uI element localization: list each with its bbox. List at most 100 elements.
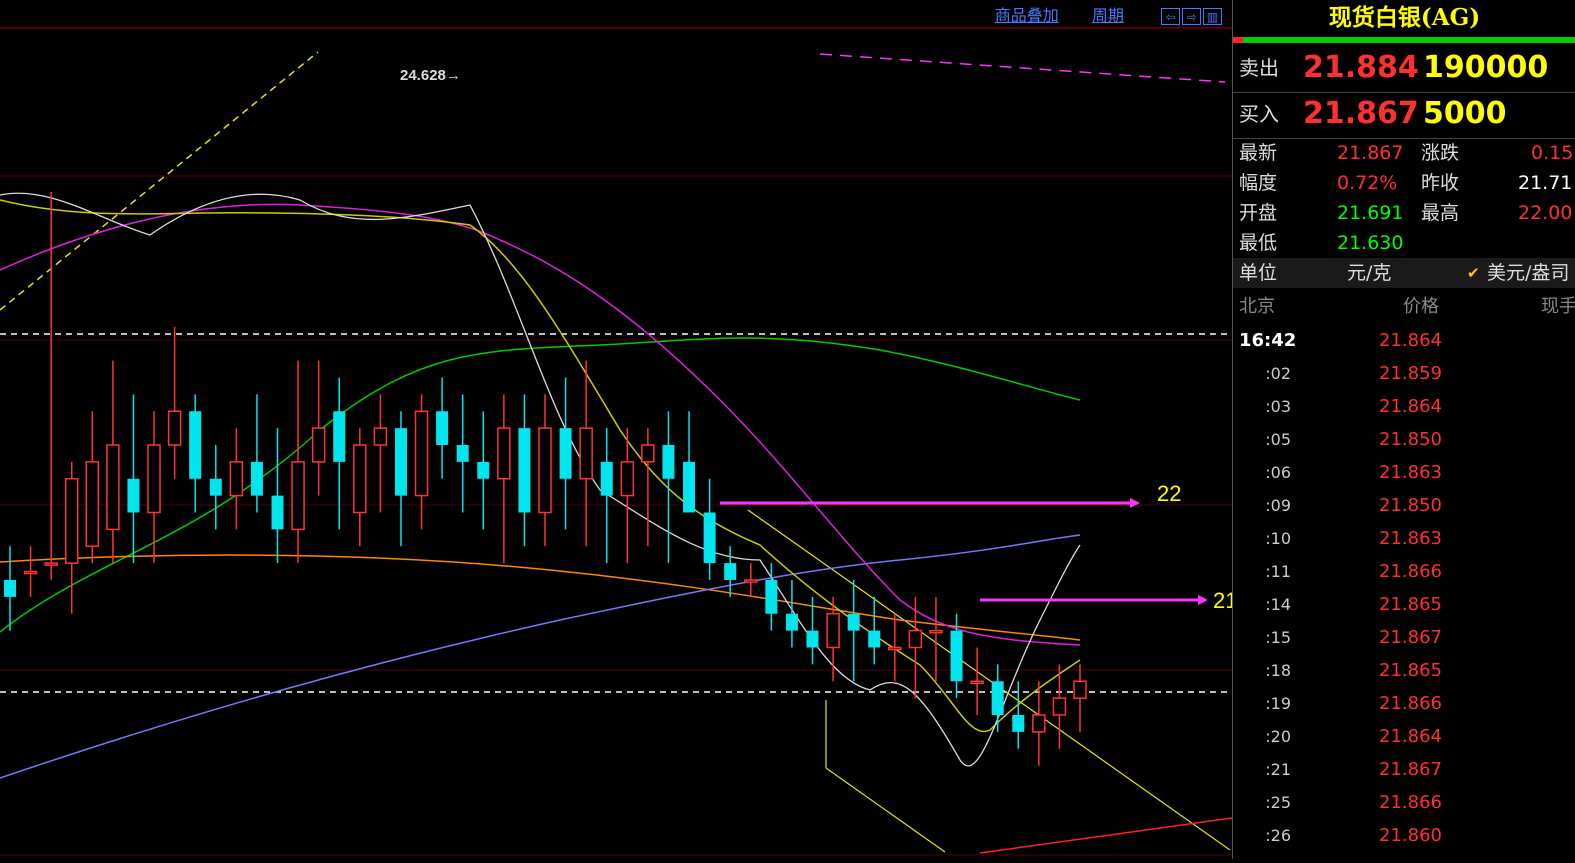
- latest-value: 21.867: [1337, 142, 1404, 164]
- tick-time: :20: [1265, 727, 1291, 746]
- chart-canvas[interactable]: 22 21.4 24.628→: [0, 0, 1256, 859]
- tick-time: :15: [1265, 628, 1291, 647]
- tick-time: :09: [1265, 496, 1291, 515]
- tick-time: :25: [1265, 793, 1291, 812]
- candle-body: [970, 680, 984, 684]
- candle-body: [641, 444, 655, 463]
- candle-body: [868, 630, 881, 648]
- candle-body: [744, 579, 758, 583]
- unit-row: 单位 元/克 ✔ 美元/盎司: [1233, 258, 1575, 288]
- candle-body: [662, 445, 675, 479]
- candle-body: [806, 630, 819, 648]
- tick-row: :19 21.866: [1233, 687, 1575, 720]
- tick-row: :05 21.850: [1233, 423, 1575, 456]
- tick-row: :20 21.864: [1233, 720, 1575, 753]
- candle-body: [456, 445, 469, 462]
- tick-time: :06: [1265, 463, 1291, 482]
- tick-row: :06 21.863: [1233, 456, 1575, 489]
- candle-body: [436, 411, 449, 445]
- tick-price: 21.865: [1379, 660, 1442, 681]
- period-button[interactable]: 周期: [1092, 6, 1124, 25]
- high-value: 22.00: [1518, 202, 1573, 224]
- candle-body: [600, 461, 613, 496]
- tick-price: 21.866: [1379, 693, 1442, 714]
- tick-price: 21.864: [1379, 330, 1442, 351]
- ma-line-orange: [0, 554, 1081, 641]
- sell-price: 21.884: [1303, 50, 1419, 85]
- candle-body: [785, 613, 798, 631]
- candle-body: [724, 563, 737, 580]
- tick-price: 21.864: [1379, 396, 1442, 417]
- ma-line-blue: [0, 534, 1081, 779]
- candle-body: [414, 410, 429, 497]
- candle-body: [497, 427, 511, 480]
- candle-body: [85, 461, 100, 547]
- tick-price: 21.865: [1379, 594, 1442, 615]
- candle-body: [127, 478, 140, 513]
- instrument-title: 现货白银(AG): [1328, 4, 1481, 31]
- tick-row: :15 21.867: [1233, 621, 1575, 654]
- change-label: 涨跌: [1421, 142, 1460, 164]
- trend-line-magenta-dashed: [819, 53, 1226, 83]
- unit-usd-option[interactable]: 美元/盎司: [1487, 258, 1569, 288]
- channel-line-upper: [747, 509, 1231, 851]
- col-time: 北京: [1239, 296, 1275, 317]
- annotation-arrowhead-22: [1130, 498, 1140, 508]
- low-value: 21.630: [1337, 232, 1404, 254]
- candle-body: [683, 461, 696, 513]
- open-value: 21.691: [1337, 202, 1404, 224]
- candle-body: [1073, 680, 1087, 699]
- buy-price: 21.867: [1303, 96, 1419, 131]
- prevclose-value: 21.71: [1518, 172, 1573, 194]
- high-label: 最高: [1421, 202, 1460, 224]
- buy-row: 买入 21.867 5000: [1233, 92, 1575, 136]
- tick-time: :18: [1265, 661, 1291, 680]
- tick-row: :14 21.865: [1233, 588, 1575, 621]
- latest-label: 最新: [1239, 142, 1278, 164]
- candle-body: [929, 629, 943, 634]
- overlay-button[interactable]: 商品叠加: [995, 6, 1059, 25]
- tick-time: :10: [1265, 529, 1291, 548]
- scroll-left-icon[interactable]: ⇦: [1161, 8, 1180, 25]
- tick-row: :26 21.860: [1233, 819, 1575, 852]
- channel-line-lower: [825, 767, 946, 853]
- open-label: 开盘: [1239, 202, 1278, 224]
- tick-row: :25 21.866: [1233, 786, 1575, 819]
- ticks-header: 北京 价格 现手: [1233, 292, 1575, 322]
- tick-price: 21.859: [1379, 363, 1442, 384]
- tick-time: :11: [1265, 562, 1291, 581]
- unit-cny-option[interactable]: 元/克: [1347, 258, 1391, 288]
- tick-price: 21.863: [1379, 528, 1442, 549]
- unit-label: 单位: [1239, 262, 1278, 284]
- tick-row: :18 21.865: [1233, 654, 1575, 687]
- candle-body: [353, 444, 367, 514]
- candle-body: [908, 629, 923, 649]
- candle-body: [167, 410, 182, 446]
- tick-time: :19: [1265, 694, 1291, 713]
- candle-body: [518, 428, 531, 513]
- tick-price: 21.863: [1379, 462, 1442, 483]
- layout-icon[interactable]: ▥: [1203, 8, 1222, 25]
- candle-body: [579, 427, 593, 480]
- candle-body: [847, 613, 860, 631]
- tick-price: 21.860: [1379, 825, 1442, 846]
- scroll-right-icon[interactable]: ⇨: [1182, 8, 1201, 25]
- checkmark-icon[interactable]: ✔: [1467, 258, 1480, 288]
- candle-body: [291, 461, 305, 531]
- tick-time: :02: [1265, 364, 1291, 383]
- high-price-label: 24.628→: [400, 67, 461, 84]
- candle-body: [991, 681, 1004, 715]
- candle-body: [271, 495, 284, 530]
- tick-time: :03: [1265, 397, 1291, 416]
- col-price: 价格: [1403, 296, 1439, 317]
- tick-time: :05: [1265, 430, 1291, 449]
- bid-ask-bar: [1233, 37, 1575, 43]
- candle-body: [373, 427, 388, 446]
- candlestick-chart[interactable]: 22 21.4 24.628→ 商品叠加 周期 ⇦⇨▥: [0, 0, 1256, 859]
- tick-price: 21.850: [1379, 495, 1442, 516]
- sell-volume: 190000: [1423, 50, 1549, 85]
- candle-body: [888, 646, 902, 651]
- tick-price: 21.850: [1379, 429, 1442, 450]
- ma-line-magenta: [0, 203, 1081, 646]
- divider: [1233, 138, 1575, 139]
